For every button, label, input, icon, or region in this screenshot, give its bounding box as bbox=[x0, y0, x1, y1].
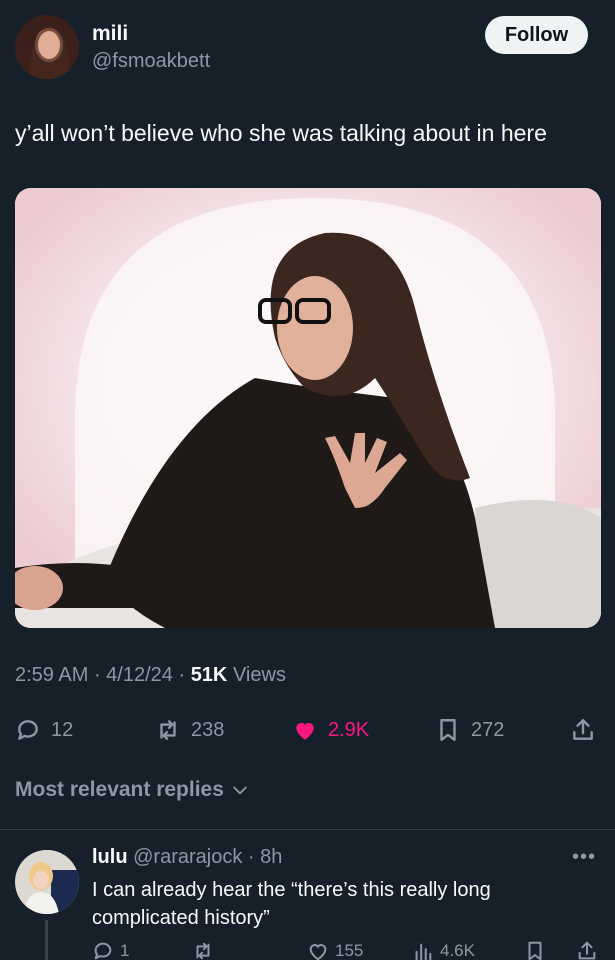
repost-icon bbox=[160, 720, 176, 740]
share-icon bbox=[573, 719, 593, 740]
share-button[interactable] bbox=[570, 710, 596, 750]
reply-avatar-image bbox=[15, 850, 79, 914]
tweet-media-photo[interactable] bbox=[15, 188, 601, 628]
reply-author-handle[interactable]: @rararajock bbox=[133, 846, 242, 868]
reply-share-button[interactable] bbox=[576, 940, 598, 960]
reply-actions: 1 155 4.6K bbox=[92, 940, 612, 960]
bookmark-icon bbox=[528, 941, 542, 960]
meta-separator: · bbox=[247, 846, 255, 868]
repost-button[interactable]: 238 bbox=[155, 710, 224, 750]
views-count: 51K bbox=[190, 664, 228, 686]
tweet-meta: 2:59 AM · 4/12/24 · 51K Views bbox=[15, 664, 286, 687]
tweet-time[interactable]: 2:59 AM bbox=[15, 664, 88, 686]
meta-separator: · bbox=[93, 664, 107, 686]
heart-icon bbox=[309, 944, 327, 960]
more-options-icon[interactable]: ••• bbox=[572, 846, 596, 869]
author-handle[interactable]: @fsmoakbett bbox=[92, 50, 210, 73]
reply-icon bbox=[18, 720, 38, 740]
like-count: 2.9K bbox=[328, 718, 370, 741]
tweet-text: y’all won’t believe who she was talking … bbox=[15, 120, 547, 146]
chevron-down-icon bbox=[233, 786, 247, 795]
divider bbox=[0, 829, 615, 830]
author-name[interactable]: mili bbox=[92, 22, 128, 46]
tweet-date[interactable]: 4/12/24 bbox=[106, 664, 173, 686]
thread-line bbox=[45, 920, 48, 960]
author-avatar[interactable] bbox=[15, 15, 79, 79]
author-avatar-image bbox=[15, 15, 79, 79]
reply-like-button[interactable]: 155 bbox=[307, 940, 363, 960]
reply-like-count: 155 bbox=[335, 941, 364, 960]
replies-filter-label: Most relevant replies bbox=[15, 778, 224, 801]
reply-icon bbox=[94, 942, 112, 960]
reply-time[interactable]: 8h bbox=[260, 846, 282, 868]
tweet-actions: 12 238 2.9K 272 bbox=[15, 710, 600, 750]
follow-button[interactable]: Follow bbox=[485, 16, 588, 54]
replies-filter-dropdown[interactable]: Most relevant replies bbox=[15, 778, 250, 802]
reply-views-button[interactable]: 4.6K bbox=[412, 940, 475, 960]
views-chart-icon bbox=[415, 943, 432, 960]
reply-reply-button[interactable]: 1 bbox=[92, 940, 129, 960]
heart-filled-icon bbox=[296, 722, 314, 740]
views-label: Views bbox=[232, 664, 286, 686]
photo-woman-speaking bbox=[15, 188, 601, 628]
reply-avatar[interactable] bbox=[15, 850, 79, 914]
reply-repost-button[interactable] bbox=[192, 940, 214, 960]
meta-separator: · bbox=[178, 664, 191, 686]
like-button[interactable]: 2.9K bbox=[292, 710, 369, 750]
repost-icon bbox=[196, 942, 210, 960]
reply-reply-count: 1 bbox=[120, 941, 130, 960]
bookmark-icon bbox=[440, 719, 456, 741]
reply-button[interactable]: 12 bbox=[15, 710, 73, 750]
reply-header: lulu @rararajock · 8h bbox=[92, 846, 282, 869]
reply-count: 12 bbox=[51, 718, 74, 741]
bookmark-count: 272 bbox=[471, 718, 505, 741]
reply-views-count: 4.6K bbox=[440, 941, 475, 960]
tweet-header: mili @fsmoakbett Follow bbox=[0, 0, 615, 100]
repost-count: 238 bbox=[191, 718, 225, 741]
bookmark-button[interactable]: 272 bbox=[435, 710, 504, 750]
reply-author-name[interactable]: lulu bbox=[92, 846, 128, 868]
reply-text: I can already hear the “there’s this rea… bbox=[92, 879, 491, 929]
share-icon bbox=[578, 941, 596, 960]
reply-bookmark-button[interactable] bbox=[524, 940, 546, 960]
